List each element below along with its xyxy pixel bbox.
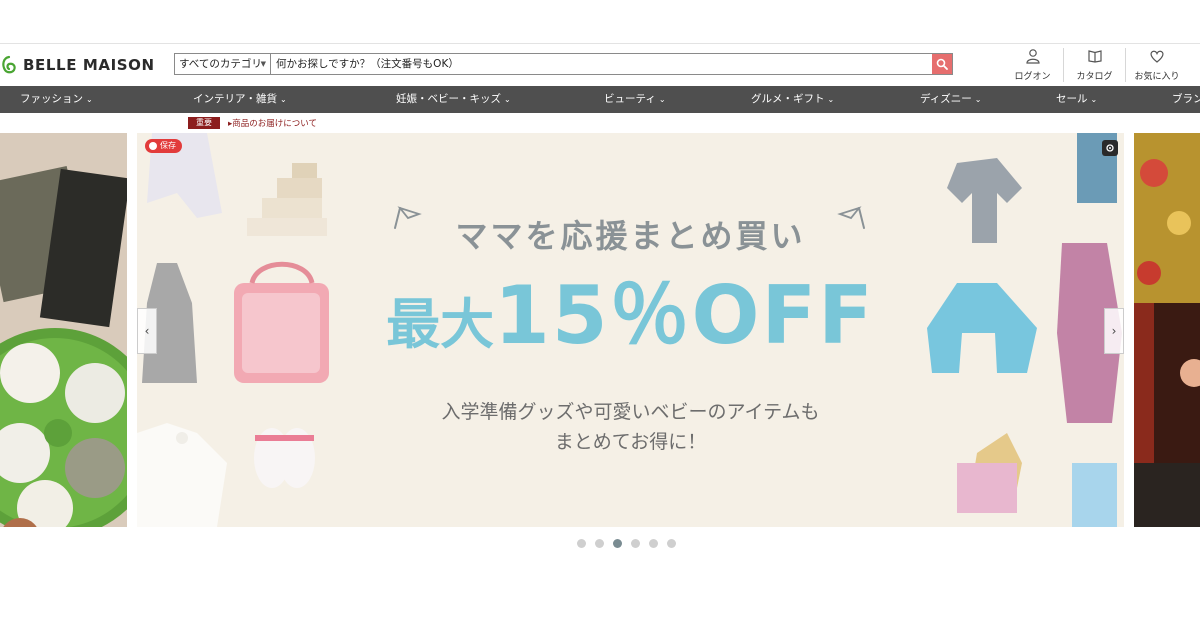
chevron-down-icon: ⌄ [280, 95, 287, 104]
nav-item-gourmet-gift[interactable]: グルメ・ギフト ⌄ [751, 86, 834, 113]
nav-item-interior[interactable]: インテリア・雑貨 ⌄ [193, 86, 287, 113]
nav-item-brand[interactable]: ブラン [1172, 86, 1200, 113]
nav-item-label: ファッション [20, 93, 83, 105]
expand-icon [1106, 144, 1114, 152]
important-notice: 重要 ▸商品のお届けについて [188, 117, 317, 129]
nav-item-label: グルメ・ギフト [751, 93, 825, 105]
nav-item-fashion[interactable]: ファッション ⌄ [20, 86, 93, 113]
carousel-dot[interactable] [577, 539, 586, 548]
category-select[interactable]: すべてのカテゴリ ▼ [175, 54, 271, 74]
carousel-dot[interactable] [649, 539, 658, 548]
nav-item-baby-kids[interactable]: 妊娠・ベビー・キッズ ⌄ [396, 86, 511, 113]
promo-headline: ママを応援まとめ買い [455, 217, 806, 255]
book-icon [1087, 50, 1102, 63]
carousel-next-button[interactable]: › [1104, 308, 1124, 354]
nav-item-sale[interactable]: セール ⌄ [1056, 86, 1097, 113]
chevron-down-icon: ⌄ [827, 95, 835, 104]
carousel-dot[interactable] [631, 539, 640, 548]
site-header: BELLE MAISON すべてのカテゴリ ▼ ログオン カタログ [0, 44, 1200, 86]
category-select-value: すべてのカテゴリ [179, 58, 262, 70]
carousel-active-slide[interactable]: 保存 ママを応援まとめ買い 最大15％OFF 入学準備グッズや可愛いベビーのアイ… [137, 133, 1124, 527]
bento-photo-image [0, 133, 127, 527]
promo-subtext: 入学準備グッズや可愛いベビーのアイテムも まとめてお得に！ [137, 397, 1124, 457]
search-input[interactable] [272, 54, 932, 74]
chevron-right-icon: › [1111, 324, 1117, 338]
nav-item-label: ブラン [1172, 93, 1200, 105]
promo-discount: 最大15％OFF [137, 271, 1124, 370]
nav-item-label: セール [1056, 93, 1088, 105]
flag-icon [837, 206, 865, 229]
chevron-down-icon: ⌄ [1090, 95, 1098, 104]
favorites-label: お気に入り [1134, 72, 1180, 82]
carousel-dot[interactable] [667, 539, 676, 548]
save-pin-button[interactable]: 保存 [145, 139, 182, 153]
nav-item-label: 妊娠・ベビー・キッズ [396, 93, 501, 105]
global-nav: ファッション ⌄ インテリア・雑貨 ⌄ 妊娠・ベビー・キッズ ⌄ ビューティ ⌄ グルメ… [0, 86, 1200, 113]
nav-item-label: インテリア・雑貨 [193, 93, 277, 105]
heart-icon [1150, 50, 1164, 63]
logo-leaf-icon [2, 55, 16, 74]
nav-item-label: ビューティ [604, 93, 656, 105]
carousel-prev-slide[interactable] [0, 133, 127, 527]
notice-link[interactable]: ▸商品のお届けについて [228, 117, 317, 129]
header-utility-links: ログオン カタログ お気に入り [1002, 48, 1188, 86]
brand-logo[interactable]: BELLE MAISON [0, 54, 155, 76]
carousel-next-slide[interactable] [1134, 133, 1200, 527]
chevron-down-icon: ⌄ [658, 95, 666, 104]
promo-discount-prefix: 最大 [386, 293, 495, 356]
search-icon [936, 58, 948, 70]
nav-item-beauty[interactable]: ビューティ ⌄ [604, 86, 666, 113]
nav-item-label: ディズニー [920, 93, 972, 105]
nav-item-disney[interactable]: ディズニー ⌄ [920, 86, 981, 113]
hina-doll-photo-image [1134, 133, 1200, 527]
login-link[interactable]: ログオン [1002, 48, 1064, 82]
catalog-link[interactable]: カタログ [1064, 48, 1126, 82]
promo-discount-value: 15％OFF [494, 269, 875, 362]
user-icon [1025, 49, 1040, 64]
pin-icon [149, 142, 157, 150]
catalog-label: カタログ [1076, 72, 1113, 82]
carousel-pagination [577, 539, 676, 548]
favorites-link[interactable]: お気に入り [1126, 48, 1188, 82]
chevron-left-icon: ‹ [144, 324, 150, 338]
chevron-down-icon: ⌄ [86, 95, 93, 104]
brand-name: BELLE MAISON [23, 56, 155, 74]
carousel-dot-active[interactable] [613, 539, 622, 548]
login-label: ログオン [1014, 72, 1051, 82]
notice-badge: 重要 [188, 117, 220, 129]
save-label: 保存 [160, 141, 176, 150]
expand-button[interactable] [1102, 140, 1118, 156]
carousel-prev-button[interactable]: ‹ [137, 308, 157, 354]
chevron-down-icon: ▼ [260, 60, 266, 68]
chevron-down-icon: ⌄ [974, 95, 982, 104]
search-bar: すべてのカテゴリ ▼ [174, 53, 953, 75]
chevron-down-icon: ⌄ [504, 95, 511, 104]
promo-subtext-line1: 入学準備グッズや可愛いベビーのアイテムも [441, 401, 820, 423]
search-button[interactable] [932, 54, 952, 74]
carousel-dot[interactable] [595, 539, 604, 548]
promo-subtext-line2: まとめてお得に！ [554, 431, 707, 453]
notice-link-text: 商品のお届けについて [232, 119, 318, 129]
